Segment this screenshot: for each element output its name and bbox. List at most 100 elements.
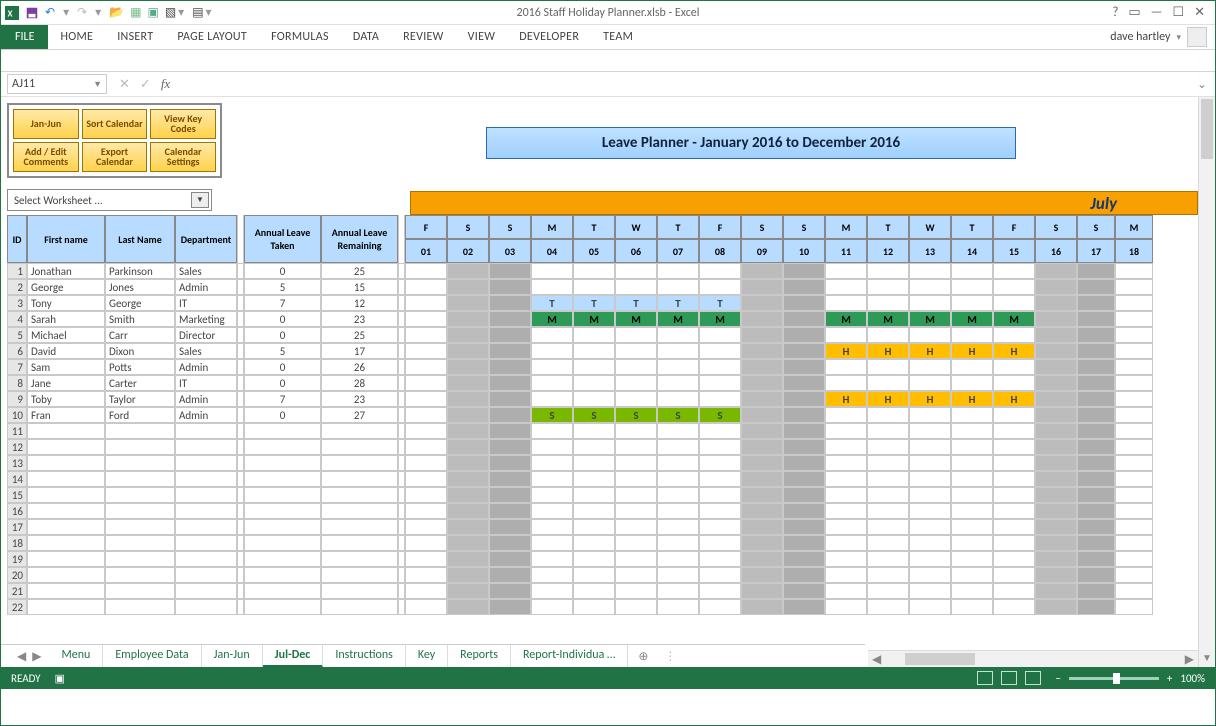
- cell-remain[interactable]: [321, 487, 398, 503]
- cell-day-12[interactable]: [867, 439, 909, 455]
- cell-first[interactable]: Sarah: [27, 311, 105, 327]
- cell-day-05[interactable]: [573, 487, 615, 503]
- cell-last[interactable]: Smith: [105, 311, 175, 327]
- cell-id[interactable]: 11: [7, 423, 27, 439]
- formula-input[interactable]: [180, 74, 1189, 94]
- quickprint-icon[interactable]: ▣: [147, 5, 158, 20]
- cell-last[interactable]: [105, 583, 175, 599]
- cell-id[interactable]: 12: [7, 439, 27, 455]
- cell-day-17[interactable]: [1077, 391, 1115, 407]
- cell-day-07[interactable]: [657, 423, 699, 439]
- cell-day-07[interactable]: [657, 439, 699, 455]
- cell-day-15[interactable]: [993, 327, 1035, 343]
- cell-day-18[interactable]: [1115, 599, 1153, 615]
- cell-day-15[interactable]: [993, 375, 1035, 391]
- cell-day-01[interactable]: [405, 535, 447, 551]
- spell-icon[interactable]: ▤▾: [192, 5, 213, 20]
- cell-day-05[interactable]: [573, 455, 615, 471]
- cell-taken[interactable]: 5: [244, 343, 321, 359]
- new-icon[interactable]: ▦: [130, 5, 141, 20]
- cell-day-01[interactable]: [405, 311, 447, 327]
- cell-day-17[interactable]: [1077, 343, 1115, 359]
- cell-day-08[interactable]: [699, 423, 741, 439]
- cell-day-14[interactable]: [951, 583, 993, 599]
- cell-day-18[interactable]: [1115, 487, 1153, 503]
- cell-day-17[interactable]: [1077, 471, 1115, 487]
- export-calendar-button[interactable]: Export Calendar: [82, 142, 148, 172]
- tab-nav-next-icon[interactable]: ▶: [32, 649, 41, 664]
- cell-last[interactable]: Carter: [105, 375, 175, 391]
- cell-day-04[interactable]: [531, 551, 573, 567]
- zoom-level[interactable]: 100%: [1180, 672, 1205, 685]
- cell-day-10[interactable]: [783, 551, 825, 567]
- cell-day-04[interactable]: [531, 327, 573, 343]
- cell-day-02[interactable]: [447, 311, 489, 327]
- cell-day-15[interactable]: [993, 279, 1035, 295]
- cell-dept[interactable]: IT: [175, 295, 237, 311]
- cell-day-06[interactable]: [615, 391, 657, 407]
- cell-taken[interactable]: 0: [244, 359, 321, 375]
- tab-team[interactable]: TEAM: [591, 25, 645, 49]
- cell-day-02[interactable]: [447, 471, 489, 487]
- cell-day-15[interactable]: M: [993, 311, 1035, 327]
- cell-day-01[interactable]: [405, 519, 447, 535]
- cell-day-11[interactable]: [825, 407, 867, 423]
- cell-day-07[interactable]: [657, 263, 699, 279]
- cell-dept[interactable]: [175, 487, 237, 503]
- cell-taken[interactable]: [244, 487, 321, 503]
- cell-taken[interactable]: 7: [244, 295, 321, 311]
- cell-day-02[interactable]: [447, 359, 489, 375]
- cell-day-05[interactable]: T: [573, 295, 615, 311]
- cell-day-13[interactable]: [909, 471, 951, 487]
- cell-day-04[interactable]: [531, 535, 573, 551]
- cell-day-03[interactable]: [489, 535, 531, 551]
- cell-day-06[interactable]: [615, 519, 657, 535]
- cell-dept[interactable]: Admin: [175, 279, 237, 295]
- cell-day-18[interactable]: [1115, 327, 1153, 343]
- cell-day-09[interactable]: [741, 263, 783, 279]
- cell-day-03[interactable]: [489, 359, 531, 375]
- cell-day-01[interactable]: [405, 599, 447, 615]
- cell-day-15[interactable]: [993, 583, 1035, 599]
- cell-remain[interactable]: 26: [321, 359, 398, 375]
- cell-day-09[interactable]: [741, 423, 783, 439]
- cell-day-12[interactable]: [867, 327, 909, 343]
- cell-last[interactable]: [105, 455, 175, 471]
- sheet-tab-employee-data[interactable]: Employee Data: [103, 645, 201, 668]
- cell-day-04[interactable]: [531, 487, 573, 503]
- name-box[interactable]: AJ11 ▼: [7, 74, 107, 94]
- cell-taken[interactable]: [244, 439, 321, 455]
- cell-day-17[interactable]: [1077, 263, 1115, 279]
- cell-first[interactable]: [27, 551, 105, 567]
- cell-remain[interactable]: [321, 599, 398, 615]
- cell-day-15[interactable]: H: [993, 391, 1035, 407]
- cell-day-12[interactable]: [867, 487, 909, 503]
- cell-day-03[interactable]: [489, 423, 531, 439]
- cell-day-03[interactable]: [489, 519, 531, 535]
- file-tab[interactable]: FILE: [1, 25, 48, 49]
- cell-day-09[interactable]: [741, 503, 783, 519]
- cell-day-11[interactable]: H: [825, 343, 867, 359]
- cell-dept[interactable]: IT: [175, 375, 237, 391]
- cell-day-08[interactable]: [699, 455, 741, 471]
- cell-day-11[interactable]: [825, 423, 867, 439]
- cell-day-03[interactable]: [489, 487, 531, 503]
- cell-remain[interactable]: [321, 567, 398, 583]
- cell-day-02[interactable]: [447, 327, 489, 343]
- cell-dept[interactable]: Admin: [175, 407, 237, 423]
- cell-day-02[interactable]: [447, 583, 489, 599]
- cell-day-02[interactable]: [447, 279, 489, 295]
- cell-day-03[interactable]: [489, 583, 531, 599]
- cell-day-12[interactable]: [867, 375, 909, 391]
- cell-dept[interactable]: [175, 535, 237, 551]
- cell-day-03[interactable]: [489, 263, 531, 279]
- cell-day-11[interactable]: [825, 359, 867, 375]
- cell-day-15[interactable]: [993, 439, 1035, 455]
- cell-day-13[interactable]: [909, 439, 951, 455]
- cell-day-02[interactable]: [447, 519, 489, 535]
- cell-day-07[interactable]: [657, 535, 699, 551]
- cell-day-02[interactable]: [447, 375, 489, 391]
- cell-day-08[interactable]: [699, 551, 741, 567]
- cell-first[interactable]: [27, 471, 105, 487]
- redo-icon[interactable]: ↷: [77, 5, 87, 20]
